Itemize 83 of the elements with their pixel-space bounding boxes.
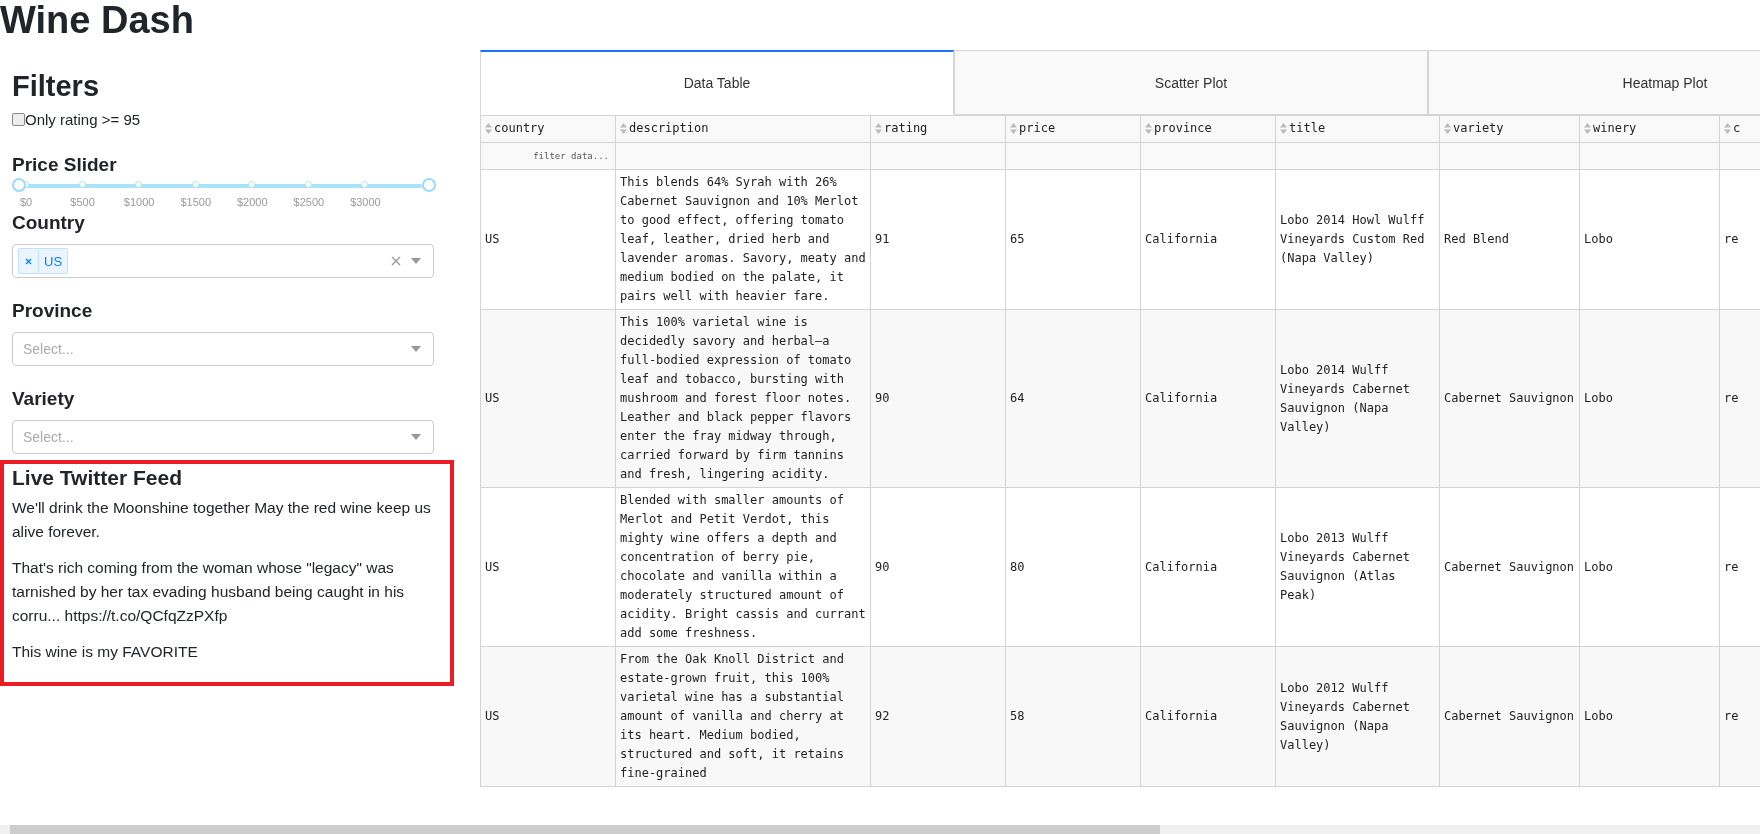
table-cell: Red Blend: [1439, 169, 1580, 310]
table-cell: US: [480, 309, 616, 488]
table-cell: 58: [1005, 646, 1141, 787]
close-icon[interactable]: [25, 257, 32, 265]
slider-mark-label: $2000: [237, 196, 268, 208]
table-cell: 64: [1005, 309, 1141, 488]
country-label: Country: [12, 212, 86, 234]
column-header[interactable]: c: [1719, 115, 1760, 143]
table-cell: Lobo: [1579, 309, 1720, 488]
page-title: Wine Dash: [0, 0, 195, 40]
table-cell: 65: [1005, 169, 1141, 310]
sort-icon[interactable]: [1724, 122, 1731, 134]
table-cell: Lobo 2014 Wulff Vineyards Cabernet Sauvignon (Napa Valley): [1275, 309, 1440, 488]
column-header[interactable]: title: [1275, 115, 1440, 143]
table-cell: re: [1719, 646, 1760, 787]
table-cell: California: [1140, 309, 1276, 488]
caret-icon[interactable]: [411, 346, 421, 352]
feed-heading: Live Twitter Feed: [12, 466, 183, 490]
table-cell: Lobo 2014 Howl Wulff Vineyards Custom Red (Napa Valley): [1275, 169, 1440, 310]
sort-icon[interactable]: [1584, 122, 1591, 134]
tweet-text: That's rich coming from the woman whose "legacy" was tarnished by her tax evading husband being caught in his corru... https://t.co/QCfqZzPXfp: [12, 558, 406, 626]
table-cell: Lobo: [1579, 646, 1720, 787]
slider-mark-label: $1500: [180, 196, 211, 208]
table-cell: This blends 64% Syrah with 26% Cabernet Sauvignon and 10% Merlot to good effect, offering tomato leaf, leather, dried herb and lavender aromas. Savory, meaty and medium bodied on the palate, it pairs well with heavier fare.: [615, 169, 871, 310]
column-header[interactable]: rating: [870, 115, 1006, 143]
caret-icon[interactable]: [411, 258, 421, 264]
sort-icon[interactable]: [1444, 122, 1451, 134]
table-cell: Lobo: [1579, 169, 1720, 310]
sort-icon[interactable]: [620, 122, 627, 134]
column-header[interactable]: variety: [1439, 115, 1580, 143]
sort-icon[interactable]: [485, 122, 492, 134]
table-cell: US: [480, 169, 616, 310]
column-header[interactable]: winery: [1579, 115, 1720, 143]
table-cell: California: [1140, 646, 1276, 787]
filters-heading: Filters: [12, 70, 101, 103]
table-cell: Cabernet Sauvignon: [1439, 309, 1580, 488]
table-cell: From the Oak Knoll District and estate-grown fruit, this 100% varietal wine has a substantial amount of vanilla and cherry at its heart. Medium bodied, structured and soft, it retains fine-grained: [615, 646, 871, 787]
table-cell: California: [1140, 487, 1276, 647]
table-cell: California: [1140, 169, 1276, 310]
caret-icon[interactable]: [411, 434, 421, 440]
column-header[interactable]: description: [615, 115, 871, 143]
sort-icon[interactable]: [1145, 122, 1152, 134]
rating-checkbox[interactable]: [12, 113, 25, 126]
horizontal-scrollbar[interactable]: [0, 825, 1760, 834]
table-cell: 90: [870, 309, 1006, 488]
table-cell: Lobo: [1579, 487, 1720, 647]
slider-thumb[interactable]: [12, 178, 26, 192]
column-header[interactable]: price: [1005, 115, 1141, 143]
table-cell: This 100% varietal wine is decidedly savory and herbal—a full-bodied expression of tomato leaf and tobacco, bursting with mushroom and forest floor notes. Leather and black pepper flavors enter the fray midway through, carried forward by firm tannins and fresh, lingering acidity.: [615, 309, 871, 488]
price-slider-label: Price Slider: [12, 154, 118, 176]
tweet-text: This wine is my FAVORITE: [12, 642, 199, 662]
table-cell: Lobo 2013 Wulff Vineyards Cabernet Sauvignon (Atlas Peak): [1275, 487, 1440, 647]
table-cell: Lobo 2012 Wulff Vineyards Cabernet Sauvignon (Napa Valley): [1275, 646, 1440, 787]
slider-mark-label: $1000: [123, 196, 155, 208]
country-dropdown[interactable]: US: [12, 244, 434, 278]
table-cell: 92: [870, 646, 1006, 787]
table-cell: re: [1719, 309, 1760, 488]
checkbox-label: Only rating >= 95: [25, 111, 141, 128]
sort-icon[interactable]: [1280, 122, 1287, 134]
slider-mark-label: $2500: [293, 196, 325, 208]
table-cell: Cabernet Sauvignon: [1439, 646, 1580, 787]
table-cell: US: [480, 487, 616, 647]
variety-label: Variety: [12, 388, 76, 410]
tab[interactable]: Scatter Plot: [954, 50, 1428, 115]
tab[interactable]: Heatmap Plot: [1428, 50, 1760, 115]
table-cell: 80: [1005, 487, 1141, 647]
table-cell: 91: [870, 169, 1006, 310]
slider-mark-label: $3000: [350, 196, 381, 208]
table-cell: 90: [870, 487, 1006, 647]
table-cell: Cabernet Sauvignon: [1439, 487, 1580, 647]
table-cell: US: [480, 646, 616, 787]
sort-icon[interactable]: [1010, 122, 1017, 134]
clear-icon[interactable]: [391, 256, 401, 266]
column-header[interactable]: province: [1140, 115, 1276, 143]
sort-icon[interactable]: [875, 122, 882, 134]
tweet-text: We'll drink the Moonshine together May the red wine keep us alive forever.: [12, 498, 432, 542]
table-cell: Blended with smaller amounts of Merlot and Petit Verdot, this mighty wine offers a depth and concentration of berry pie, chocolate and vanilla within a moderately structured amount of acidity. Bright cassis and currant add some freshness.: [615, 487, 871, 647]
tab[interactable]: Data Table: [480, 50, 954, 115]
slider-mark-label: $500: [70, 196, 95, 208]
slider-thumb[interactable]: [422, 178, 436, 192]
province-label: Province: [12, 300, 94, 322]
column-header[interactable]: country: [480, 115, 616, 143]
slider-mark-label: $0: [20, 196, 33, 208]
